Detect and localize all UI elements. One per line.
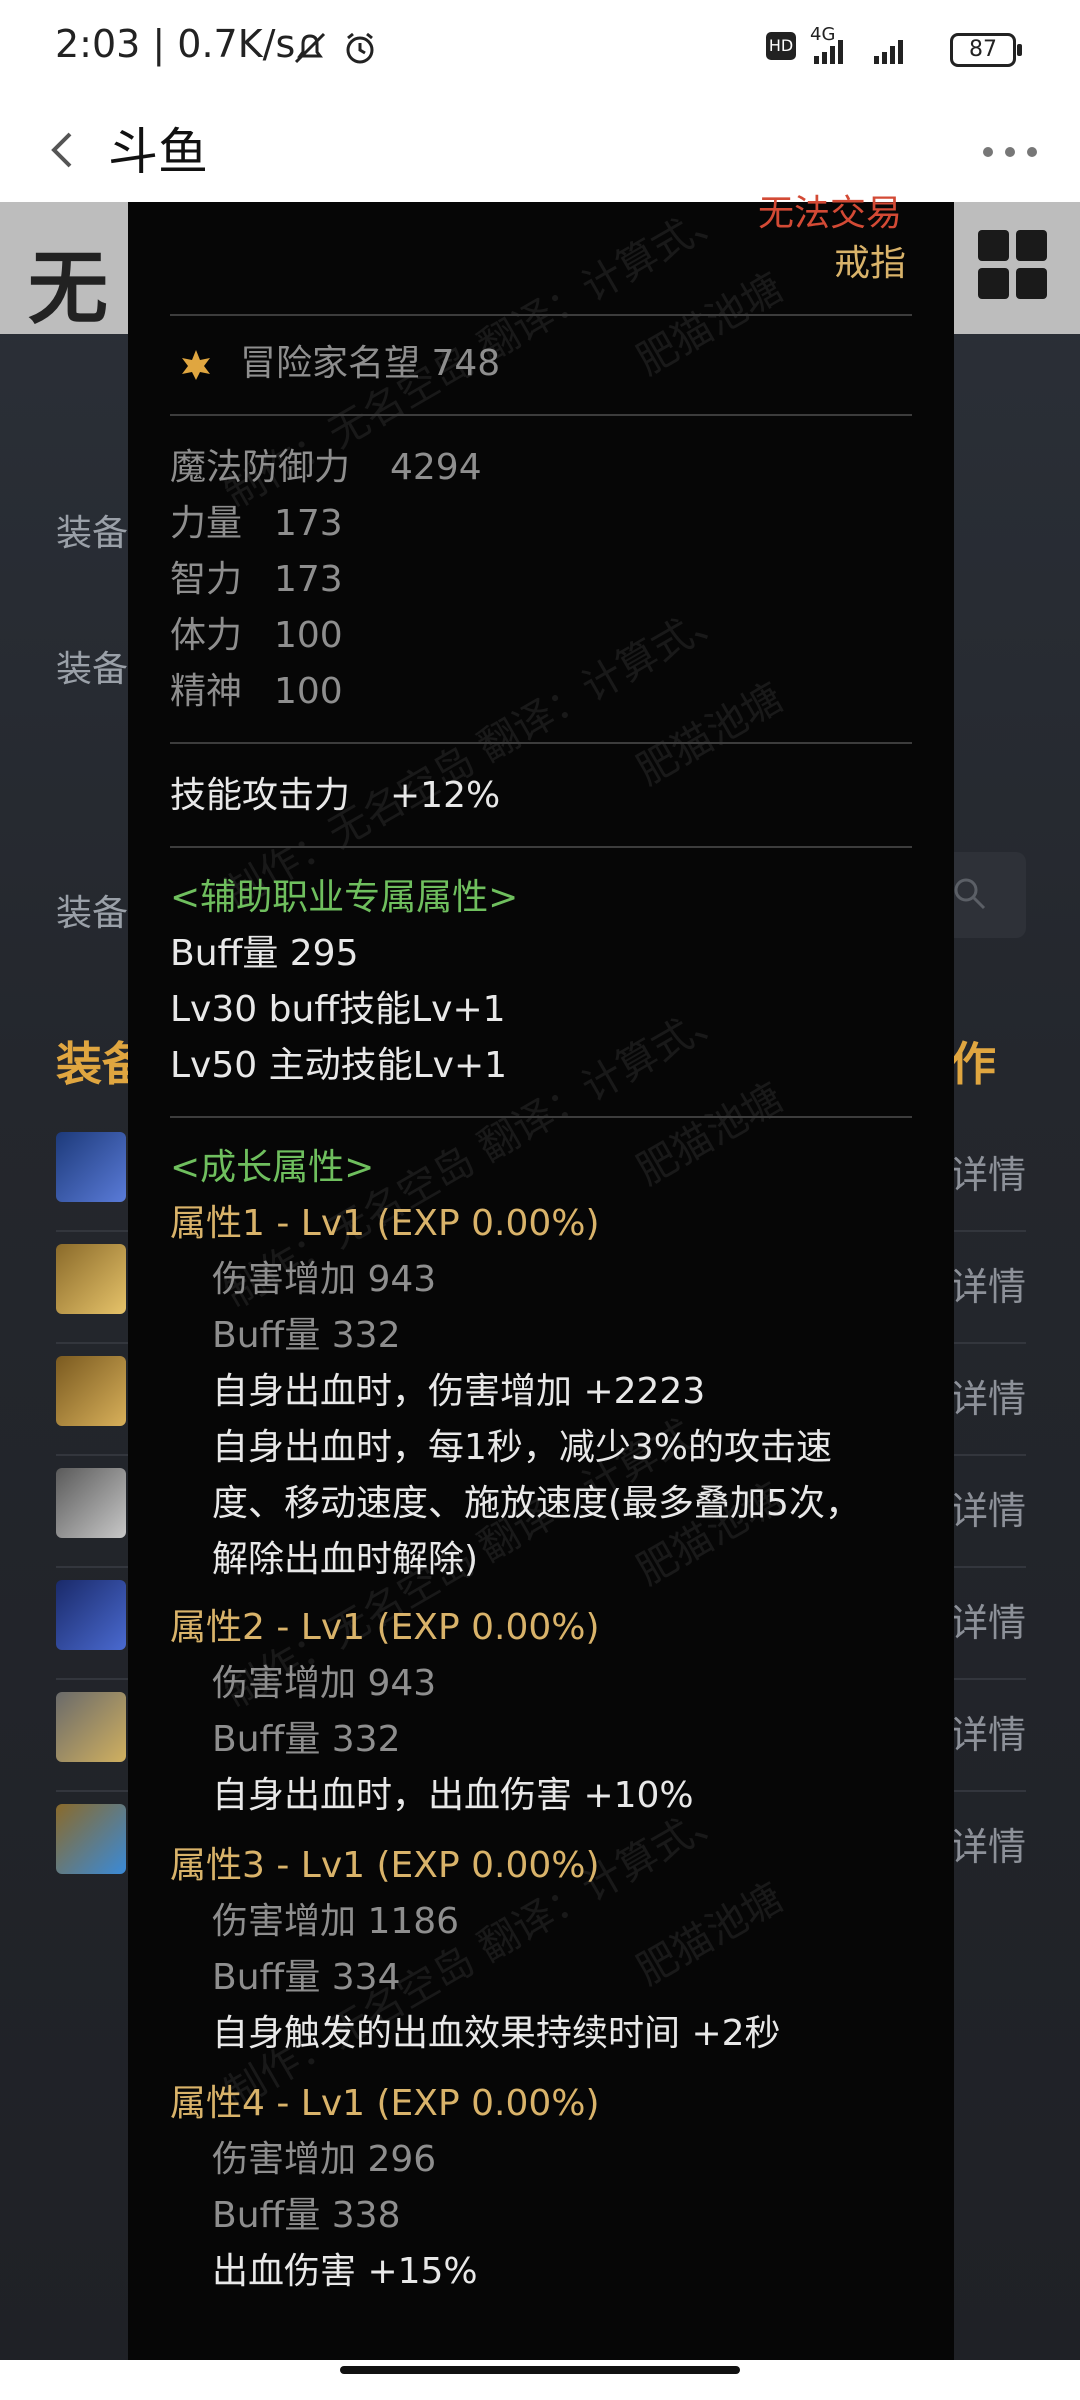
stat-value: 100 [274,615,343,656]
skill-attack-label: 技能攻击力 [170,775,351,816]
status-time-speed: 2:03 | 0.7K/s [55,22,296,66]
search-icon [954,878,986,910]
fame-icon [176,344,216,395]
growth-effect: 自身出血时，出血伤害 +10% [212,1775,694,1816]
item-type: 戒指 [834,243,907,284]
growth-effect: 出血伤害 +15% [212,2251,478,2292]
skill-attack-value: +12% [390,775,501,816]
growth-damage: 伤害增加 943 [212,1259,437,1300]
stat-value: 4294 [390,447,482,488]
stat-label: 魔法防御力 [170,447,351,488]
growth-buff: Buff量 332 [212,1719,401,1760]
mute-bell-icon [290,28,330,72]
growth-header: <成长属性> [170,1147,375,1188]
equip-icon-4[interactable] [56,1468,126,1538]
detail-link-2[interactable]: 详情 [950,1256,1026,1311]
growth-buff: Buff量 334 [212,1957,401,1998]
growth-damage: 伤害增加 296 [212,2139,437,2180]
watermark: 肥猫池塘 [629,1074,791,1195]
divider [170,414,912,416]
growth-effect: 度、移动速度、施放速度(最多叠加5次， [212,1483,861,1524]
trade-status: 无法交易 [758,193,903,234]
fame-value: 冒险家名望 748 [240,343,501,384]
item-tooltip: 制作：无名空岛 翻译：计算式、 肥猫池塘 制作：无名空岛 翻译：计算式、 肥猫池… [128,191,954,2360]
stat-label: 体力 [170,615,243,656]
growth-title: 属性4 - Lv1 (EXP 0.00%) [170,2083,600,2124]
divider [170,314,912,316]
growth-buff: Buff量 338 [212,2195,401,2236]
side-label-2: 装备 [56,649,129,690]
site-logo: 无 [28,241,108,335]
watermark: 肥猫池塘 [629,674,791,795]
divider [170,846,912,848]
equip-icon-6[interactable] [56,1692,126,1762]
equip-icon-2[interactable] [56,1244,126,1314]
stat-label: 力量 [170,503,243,544]
back-icon[interactable] [38,120,98,180]
growth-effect: 解除出血时解除) [212,1539,479,1580]
signal-icon [810,32,930,70]
side-label-1: 装备 [56,513,129,554]
support-header: <辅助职业专属属性> [170,877,519,918]
side-label-3: 装备 [56,893,129,934]
detail-link-5[interactable]: 详情 [950,1592,1026,1647]
grid-menu-icon[interactable] [978,230,1050,302]
stat-label: 智力 [170,559,243,600]
battery-indicator: 87 [950,33,1022,67]
growth-buff: Buff量 332 [212,1315,401,1356]
growth-effect: 自身出血时，每1秒，减少3%的攻击速 [212,1427,833,1468]
equip-icon-7[interactable] [56,1804,126,1874]
alarm-icon [340,28,380,72]
more-options-icon[interactable] [975,122,1045,182]
stat-label: 精神 [170,671,243,712]
stat-value: 100 [274,671,343,712]
equip-icon-3[interactable] [56,1356,126,1426]
detail-link-6[interactable]: 详情 [950,1704,1026,1759]
status-bar: 2:03 | 0.7K/s HD 4G 87 [0,0,1080,98]
detail-link-7[interactable]: 详情 [950,1816,1026,1871]
stat-value: 173 [274,559,343,600]
divider [170,1116,912,1118]
growth-effect: 自身触发的出血效果持续时间 +2秒 [212,2013,781,2054]
growth-title: 属性1 - Lv1 (EXP 0.00%) [170,1203,600,1244]
watermark: 肥猫池塘 [629,1874,791,1995]
equip-icon-5[interactable] [56,1580,126,1650]
growth-damage: 伤害增加 1186 [212,1901,460,1942]
growth-title: 属性3 - Lv1 (EXP 0.00%) [170,1845,600,1886]
growth-damage: 伤害增加 943 [212,1663,437,1704]
divider [170,742,912,744]
home-indicator[interactable] [340,2366,740,2374]
operation-column-title: 作 [950,1037,996,1091]
app-bar: 斗鱼 [0,98,1080,202]
support-line: Buff量 295 [170,933,359,974]
growth-effect: 自身出血时，伤害增加 +2223 [212,1371,706,1412]
hd-icon: HD [766,32,796,60]
support-line: Lv30 buff技能Lv+1 [170,989,506,1030]
detail-link-4[interactable]: 详情 [950,1480,1026,1535]
detail-link-3[interactable]: 详情 [950,1368,1026,1423]
equip-icon-1[interactable] [56,1132,126,1202]
support-line: Lv50 主动技能Lv+1 [170,1045,508,1086]
stat-value: 173 [274,503,343,544]
page-title: 斗鱼 [108,123,208,181]
detail-link-1[interactable]: 详情 [950,1144,1026,1199]
growth-title: 属性2 - Lv1 (EXP 0.00%) [170,1607,600,1648]
